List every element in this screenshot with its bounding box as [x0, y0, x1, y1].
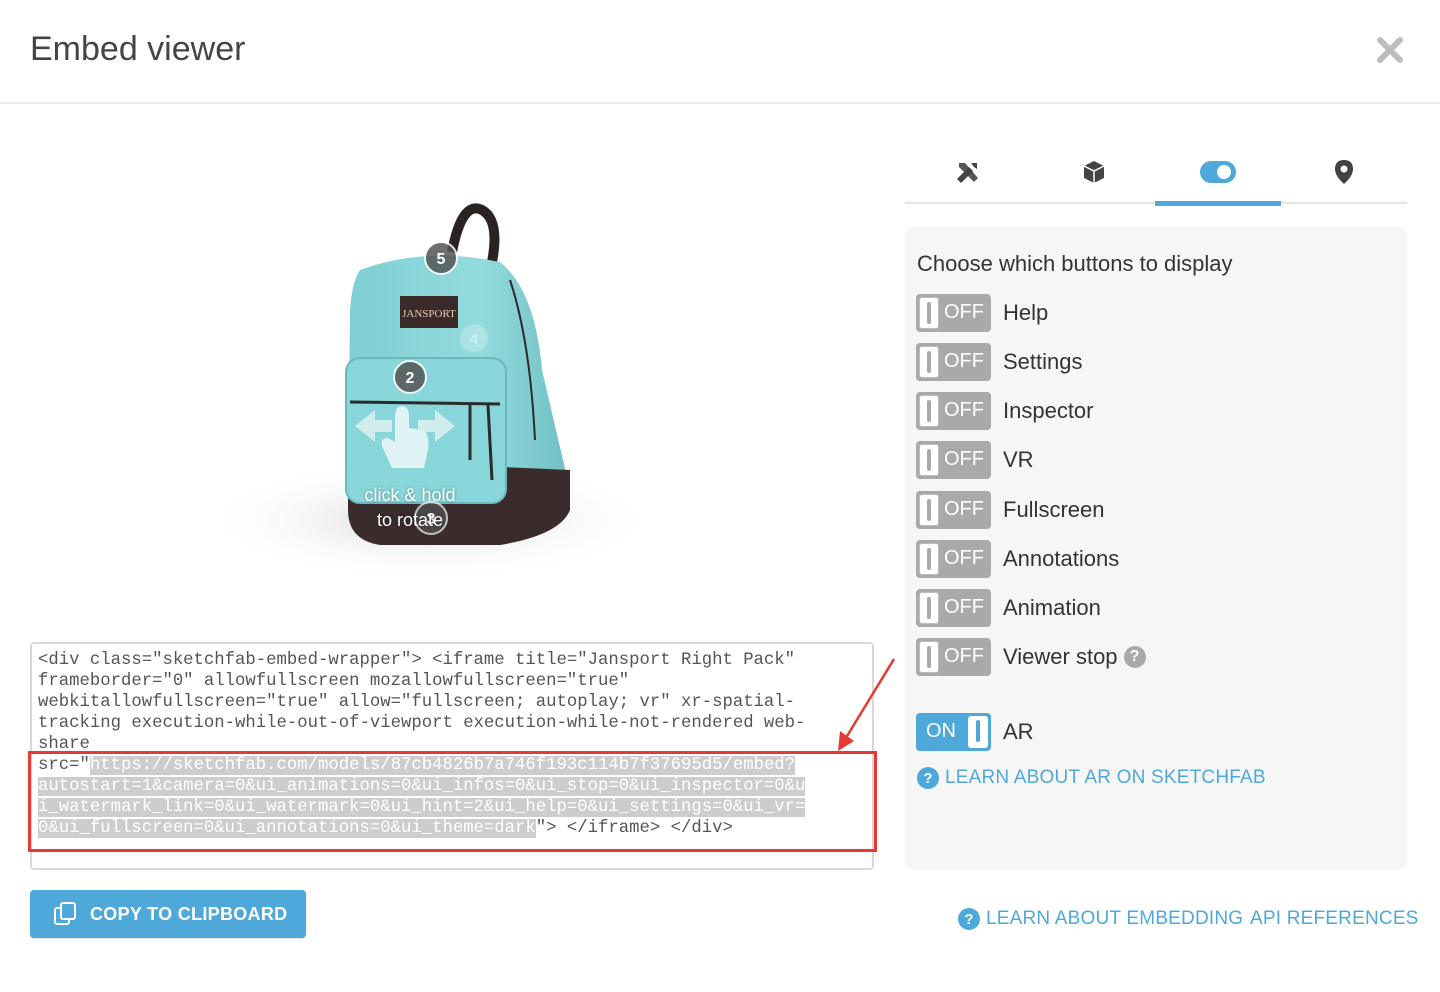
dialog-title: Embed viewer — [30, 30, 246, 68]
copy-button-label: COPY TO CLIPBOARD — [90, 903, 288, 924]
option-inspector: OFF Inspector — [916, 392, 1094, 430]
buttons-panel: Choose which buttons to display OFF Help… — [905, 227, 1407, 870]
svg-text:2: 2 — [406, 370, 415, 387]
animation-toggle[interactable]: OFF — [916, 589, 991, 627]
option-label: AR — [1003, 719, 1034, 744]
rotate-hint-line1: click & hold — [364, 485, 456, 505]
tab-ui-buttons[interactable] — [1155, 140, 1281, 206]
option-label: Viewer stop — [1003, 644, 1118, 669]
question-icon[interactable]: ? — [1123, 646, 1146, 668]
toggle-icon — [1200, 161, 1236, 183]
annotations-toggle[interactable]: OFF — [916, 540, 991, 578]
option-label: Fullscreen — [1003, 497, 1105, 522]
ar-toggle[interactable]: ON — [916, 713, 991, 751]
option-fullscreen: OFF Fullscreen — [916, 491, 1104, 529]
option-settings: OFF Settings — [916, 343, 1083, 381]
learn-ar-link[interactable]: ? LEARN ABOUT AR ON SKETCHFAB — [917, 767, 1266, 789]
viewer-stop-toggle[interactable]: OFF — [916, 638, 991, 676]
api-references-link[interactable]: API REFERENCES — [1250, 908, 1419, 930]
question-icon: ? — [917, 767, 939, 789]
option-vr: OFF VR — [916, 441, 1034, 479]
svg-text:5: 5 — [437, 251, 446, 268]
option-help: OFF Help — [916, 294, 1048, 332]
rotate-hint-line2: to rotate — [376, 510, 444, 530]
annotation-arrow — [838, 658, 896, 751]
vr-toggle[interactable]: OFF — [916, 441, 991, 479]
highlight-box — [28, 751, 877, 852]
option-ar: ON AR — [916, 713, 1034, 751]
option-animation: OFF Animation — [916, 589, 1101, 627]
brand-patch: JANSPORT — [402, 308, 456, 320]
close-icon[interactable] — [1374, 34, 1406, 66]
option-label: Settings — [1003, 349, 1083, 374]
annotation-marker-4[interactable]: 4 — [460, 324, 488, 352]
cube-icon — [1083, 161, 1105, 183]
option-label: Help — [1003, 300, 1049, 325]
fullscreen-toggle[interactable]: OFF — [916, 491, 991, 529]
learn-embedding-link[interactable]: ? LEARN ABOUT EMBEDDING — [958, 908, 1243, 930]
code-line: <div class="sketchfab-embed-wrapper"> <i… — [38, 651, 796, 670]
option-label: Inspector — [1003, 398, 1094, 423]
tab-tools[interactable] — [905, 140, 1031, 204]
code-line: webkitallowfullscreen="true" allow="full… — [38, 693, 796, 712]
option-label: VR — [1003, 447, 1034, 472]
learn-ar-link-label: LEARN ABOUT AR ON SKETCHFAB — [945, 767, 1266, 788]
copy-to-clipboard-button[interactable]: COPY TO CLIPBOARD — [30, 890, 306, 938]
rotate-hint: click & hold to rotate — [350, 483, 470, 533]
question-icon: ? — [958, 908, 980, 930]
code-line: tracking execution-while-out-of-viewport… — [38, 714, 806, 733]
option-annotations: OFF Annotations — [916, 540, 1119, 578]
option-label: Animation — [1003, 595, 1101, 620]
backpack-image: JANSPORT 5 4 2 3 — [200, 203, 660, 580]
annotation-marker-2[interactable]: 2 — [393, 360, 427, 394]
settings-tabs — [905, 140, 1407, 206]
svg-text:4: 4 — [470, 331, 478, 348]
help-toggle[interactable]: OFF — [916, 294, 991, 332]
tab-model[interactable] — [1031, 140, 1157, 204]
location-pin-icon — [1335, 160, 1353, 184]
api-references-label: API REFERENCES — [1250, 908, 1419, 929]
inspector-toggle[interactable]: OFF — [916, 392, 991, 430]
tools-icon — [956, 163, 978, 184]
option-label: Annotations — [1003, 546, 1120, 571]
option-viewer-stop: OFF Viewer stop ? — [916, 638, 1146, 676]
learn-embedding-label: LEARN ABOUT EMBEDDING — [986, 908, 1244, 929]
model-preview[interactable]: JANSPORT 5 4 2 3 click & hold to rotate — [170, 190, 730, 610]
code-line: frameborder="0" allowfullscreen mozallow… — [38, 672, 630, 691]
tab-location[interactable] — [1281, 140, 1407, 204]
copy-icon — [54, 902, 76, 925]
panel-title: Choose which buttons to display — [917, 251, 1233, 276]
annotation-marker-5[interactable]: 5 — [424, 241, 458, 275]
settings-toggle[interactable]: OFF — [916, 343, 991, 381]
dialog-header: Embed viewer — [0, 0, 1440, 104]
